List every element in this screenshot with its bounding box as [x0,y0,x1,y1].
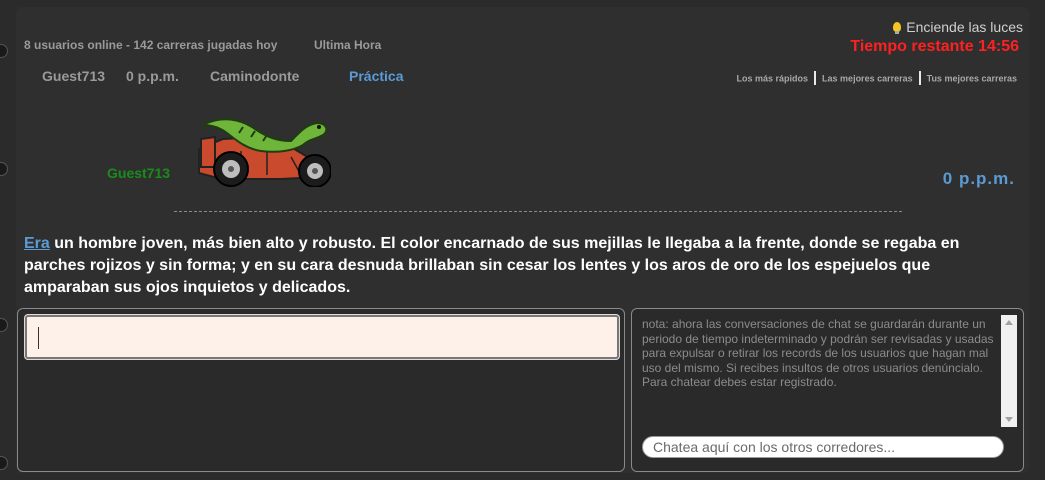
typing-area [17,308,625,472]
rankings-links: Los más rápidos Las mejores carreras Tus m… [737,71,1017,86]
time-remaining: Tiempo restante 14:56 [850,38,1019,55]
online-stats: 8 usuarios online - 142 carreras jugadas… [24,38,278,52]
racer-name: Guest713 [107,165,171,181]
text-caret [38,327,39,349]
player-wpm: 0 p.p.m. [126,68,179,84]
chat-scrollbar[interactable] [1001,315,1017,427]
lights-label: Enciende las luces [906,19,1023,35]
divider [918,71,921,85]
chat-log: nota: ahora las conversaciones de chat s… [642,317,994,389]
finish-divider [174,211,902,212]
remaining-text: un hombre joven, más bien alto y robusto… [24,235,960,296]
left-edge-dot [0,318,8,332]
player-name: Guest713 [42,68,106,84]
left-edge-dot [0,44,8,58]
lights-toggle[interactable]: Enciende las luces [893,19,1023,35]
chat-input[interactable] [642,436,1004,458]
best-races-link[interactable]: Las mejores carreras [822,73,913,83]
player-car: Caminodonte [210,68,300,84]
left-edge-dot [0,162,8,176]
scroll-down-icon[interactable] [1005,417,1013,422]
divider [814,71,817,85]
current-word: Era [24,235,50,252]
race-car-dinosaur-icon [198,118,331,187]
typing-input[interactable] [25,315,619,359]
chat-panel: nota: ahora las conversaciones de chat s… [631,308,1024,472]
last-hour-link[interactable]: Ultima Hora [314,38,381,52]
practice-mode-link[interactable]: Práctica [349,68,403,84]
lightbulb-icon [893,22,902,34]
race-panel: Enciende las luces 8 usuarios online - 1… [16,7,1029,473]
my-best-races-link[interactable]: Tus mejores carreras [927,73,1017,83]
fastest-link[interactable]: Los más rápidos [737,73,809,83]
scroll-up-icon[interactable] [1005,320,1013,325]
left-edge-dot [0,456,8,470]
race-wpm: 0 p.p.m. [942,169,1015,188]
race-text: Era un hombre joven, más bien alto y rob… [24,233,1019,299]
